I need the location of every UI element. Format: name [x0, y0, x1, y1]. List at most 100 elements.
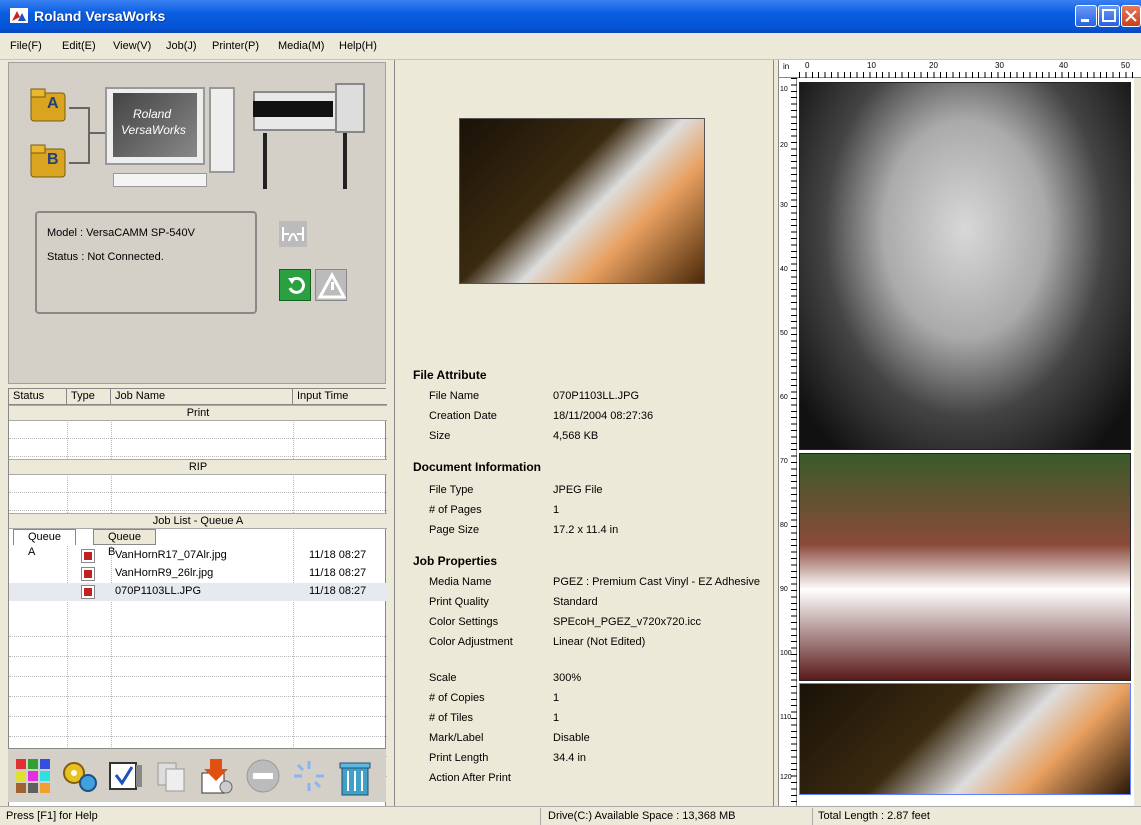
gear-icon — [63, 762, 97, 792]
cut-icon[interactable] — [279, 221, 307, 247]
app-icon — [10, 8, 28, 23]
ruler-side-tick: 110 — [780, 714, 792, 721]
minimize-button[interactable] — [1075, 5, 1097, 27]
column-input-time[interactable]: Input Time — [293, 389, 387, 405]
empty-row — [9, 493, 387, 511]
job-settings-icon — [109, 762, 142, 790]
tiles-label: # of Tiles — [429, 712, 474, 724]
left-panel: A B Roland VersaWorks Model : VersaCAMM … — [0, 60, 390, 808]
copy-icon — [157, 762, 185, 792]
empty-row — [9, 619, 387, 637]
print-quality-label: Print Quality — [429, 596, 489, 608]
document-information-title: Document Information — [413, 460, 541, 474]
ruler-side-tick: 50 — [780, 330, 788, 337]
title-bar: Roland VersaWorks — [0, 0, 1141, 33]
job-time: 11/18 08:27 — [309, 549, 367, 561]
job-name: VanHornR9_26lr.jpg — [115, 567, 214, 579]
color-adjustment-label: Color Adjustment — [429, 636, 513, 648]
close-button[interactable] — [1121, 5, 1141, 27]
printer-status-box: Model : VersaCAMM SP-540V Status : Not C… — [35, 211, 257, 314]
status-divider — [812, 808, 813, 825]
menu-media[interactable]: Media(M) — [278, 40, 324, 52]
ruler-unit: in — [783, 62, 790, 71]
preview-scrollbar[interactable] — [1134, 78, 1141, 806]
vertical-ruler: 10 20 30 40 50 60 70 80 90 100 110 120 — [779, 78, 797, 806]
preview-image-boy[interactable] — [799, 82, 1131, 450]
copy-job-button[interactable] — [150, 755, 192, 797]
queue-a-folder-icon[interactable]: A — [29, 87, 69, 123]
horizontal-ruler: in 0 10 20 30 40 50 — [779, 60, 1141, 78]
trash-icon — [339, 762, 371, 796]
ruler-side-tick: 20 — [780, 142, 788, 149]
empty-row — [9, 475, 387, 493]
size-label: Size — [429, 430, 451, 442]
job-name: 070P1103LL.JPG — [115, 585, 202, 597]
tab-queue-b[interactable]: Queue B — [93, 529, 157, 558]
bottom-toolbar — [8, 748, 386, 802]
ruler-side-tick: 90 — [780, 586, 788, 593]
ruler-tick: 40 — [1059, 61, 1068, 70]
settings-button[interactable] — [58, 755, 100, 797]
mark-label-label: Mark/Label — [429, 732, 484, 744]
processing-button[interactable] — [288, 755, 330, 797]
job-row[interactable]: 070P1103LL.JPG 11/18 08:27 — [9, 583, 387, 601]
color-palette-button[interactable] — [12, 755, 54, 797]
print-button[interactable] — [196, 755, 238, 797]
color-settings-value: SPEcoH_PGEZ_v720x720.icc — [553, 616, 701, 628]
job-thumbnail — [459, 118, 705, 284]
warning-icon — [317, 271, 347, 299]
image-file-icon — [81, 549, 95, 563]
tiles-value: 1 — [553, 712, 560, 724]
delete-button[interactable] — [334, 755, 376, 797]
color-palette-icon — [16, 759, 50, 793]
stop-button[interactable] — [242, 755, 284, 797]
file-type-label: File Type — [429, 484, 474, 496]
media-name-label: Media Name — [429, 576, 492, 588]
column-status[interactable]: Status — [9, 389, 67, 405]
color-adjustment-value: Linear (Not Edited) — [553, 636, 646, 648]
preview-image-kayak[interactable] — [799, 683, 1131, 795]
job-queue-table: Status Type Job Name Input Time Print RI… — [8, 388, 387, 808]
spinner-icon — [294, 761, 324, 791]
empty-row — [9, 679, 387, 697]
menu-job[interactable]: Job(J) — [166, 40, 197, 52]
status-divider — [540, 808, 541, 825]
rip-section-header: RIP — [9, 459, 387, 475]
job-row[interactable]: VanHornR9_26lr.jpg 11/18 08:27 — [9, 565, 387, 583]
printer-model: Model : VersaCAMM SP-540V — [47, 227, 195, 239]
layout-preview-panel: in 0 10 20 30 40 50 10 20 30 40 50 60 70… — [778, 60, 1141, 806]
file-name-value: 070P1103LL.JPG — [553, 390, 640, 402]
queue-b-folder-icon[interactable]: B — [29, 143, 69, 179]
page-size-label: Page Size — [429, 524, 480, 536]
ruler-tick: 30 — [995, 61, 1004, 70]
menu-file[interactable]: File(F) — [10, 40, 42, 52]
close-icon — [1125, 10, 1137, 22]
refresh-status-button[interactable] — [279, 269, 311, 301]
total-length: Total Length : 2.87 feet — [818, 810, 930, 822]
maximize-button[interactable] — [1098, 5, 1120, 27]
job-name: VanHornR17_07Alr.jpg — [115, 549, 227, 561]
tab-queue-a[interactable]: Queue A — [13, 529, 77, 558]
menu-view[interactable]: View(V) — [113, 40, 151, 52]
column-type[interactable]: Type — [67, 389, 111, 405]
menu-printer[interactable]: Printer(P) — [212, 40, 259, 52]
warning-button[interactable] — [315, 269, 347, 301]
drive-space: Drive(C:) Available Space : 13,368 MB — [548, 810, 736, 822]
printer-panel: A B Roland VersaWorks Model : VersaCAMM … — [8, 62, 386, 384]
menu-edit[interactable]: Edit(E) — [62, 40, 96, 52]
menu-help[interactable]: Help(H) — [339, 40, 377, 52]
preview-image-wedding[interactable] — [799, 453, 1131, 681]
column-job-name[interactable]: Job Name — [111, 389, 293, 405]
scale-label: Scale — [429, 672, 457, 684]
ruler-tick: 50 — [1121, 61, 1130, 70]
empty-row — [9, 439, 387, 457]
color-settings-label: Color Settings — [429, 616, 499, 628]
mark-label-value: Disable — [553, 732, 590, 744]
ruler-side-tick: 100 — [780, 650, 792, 657]
empty-row — [9, 719, 387, 737]
job-settings-button[interactable] — [104, 755, 146, 797]
ruler-side-tick: 80 — [780, 522, 788, 529]
maximize-icon — [1102, 9, 1116, 22]
job-row[interactable]: VanHornR17_07Alr.jpg 11/18 08:27 — [9, 547, 387, 565]
file-attribute-title: File Attribute — [413, 368, 487, 382]
